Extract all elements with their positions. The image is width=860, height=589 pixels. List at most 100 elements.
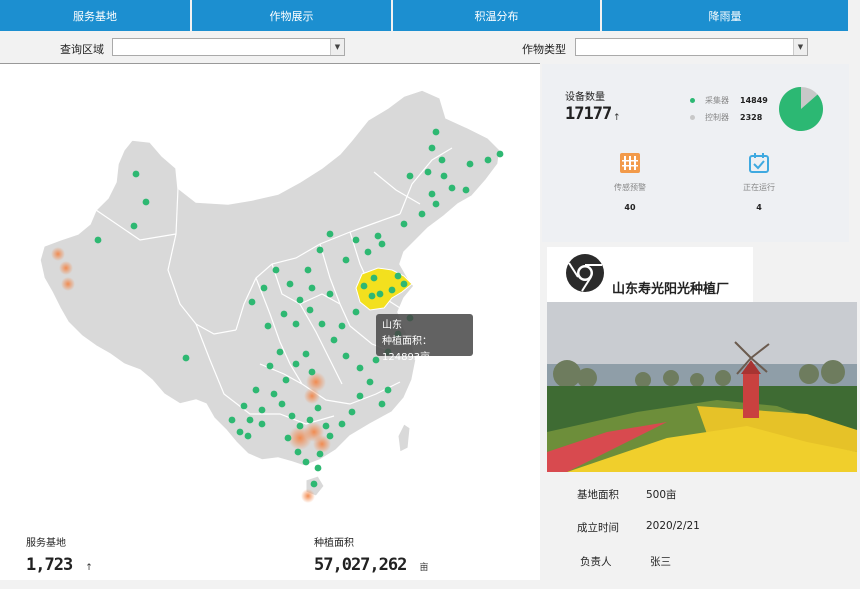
base-dot[interactable]: [236, 428, 244, 436]
base-dot[interactable]: [310, 480, 318, 488]
base-dot[interactable]: [378, 400, 386, 408]
base-dot[interactable]: [240, 402, 248, 410]
base-dot[interactable]: [276, 348, 284, 356]
base-dot[interactable]: [326, 230, 334, 238]
base-dot[interactable]: [282, 376, 290, 384]
running-box[interactable]: 正在运行 4: [729, 152, 789, 212]
tab-service-bases[interactable]: 服务基地: [0, 0, 190, 31]
base-dot[interactable]: [252, 386, 260, 394]
tab-rainfall[interactable]: 降雨量: [602, 0, 848, 31]
base-dot[interactable]: [364, 248, 372, 256]
up-arrow-icon: ↑: [85, 563, 93, 573]
base-dot[interactable]: [302, 350, 310, 358]
tab-crop-display[interactable]: 作物展示: [192, 0, 391, 31]
base-dot[interactable]: [406, 172, 414, 180]
bases-value: 1,723: [26, 555, 73, 575]
base-dot[interactable]: [264, 322, 272, 330]
crop-type-select[interactable]: ▼: [575, 38, 808, 56]
base-dot[interactable]: [400, 220, 408, 228]
base-dot[interactable]: [322, 422, 330, 430]
base-dot[interactable]: [496, 150, 504, 158]
base-dot[interactable]: [296, 296, 304, 304]
base-dot[interactable]: [280, 310, 288, 318]
base-dot[interactable]: [306, 416, 314, 424]
base-dot[interactable]: [428, 190, 436, 198]
base-dot[interactable]: [352, 236, 360, 244]
base-dot[interactable]: [302, 458, 310, 466]
base-dot[interactable]: [270, 390, 278, 398]
base-dot[interactable]: [462, 186, 470, 194]
base-dot[interactable]: [292, 320, 300, 328]
base-dot[interactable]: [130, 222, 138, 230]
base-dot[interactable]: [308, 368, 316, 376]
base-dot[interactable]: [326, 432, 334, 440]
base-dot[interactable]: [428, 144, 436, 152]
base-dot[interactable]: [292, 360, 300, 368]
base-dot[interactable]: [348, 408, 356, 416]
base-dot[interactable]: [432, 128, 440, 136]
base-dot[interactable]: [378, 240, 386, 248]
base-dot[interactable]: [438, 156, 446, 164]
base-dot[interactable]: [258, 406, 266, 414]
base-dot[interactable]: [388, 286, 396, 294]
base-dot[interactable]: [286, 280, 294, 288]
base-dot[interactable]: [94, 236, 102, 244]
base-dot[interactable]: [278, 400, 286, 408]
base-dot[interactable]: [260, 284, 268, 292]
base-dot[interactable]: [272, 266, 280, 274]
base-dot[interactable]: [448, 184, 456, 192]
base-dot[interactable]: [484, 156, 492, 164]
base-dot[interactable]: [304, 266, 312, 274]
base-dot[interactable]: [368, 292, 376, 300]
base-dot[interactable]: [342, 256, 350, 264]
base-dot[interactable]: [316, 246, 324, 254]
base-dot[interactable]: [258, 420, 266, 428]
base-dot[interactable]: [374, 232, 382, 240]
base-dot[interactable]: [330, 336, 338, 344]
base-dot[interactable]: [360, 282, 368, 290]
base-dot[interactable]: [440, 172, 448, 180]
base-dot[interactable]: [182, 354, 190, 362]
base-dot[interactable]: [132, 170, 140, 178]
base-dot[interactable]: [372, 356, 380, 364]
base-dot[interactable]: [308, 284, 316, 292]
base-dot[interactable]: [314, 464, 322, 472]
base-dot[interactable]: [326, 290, 334, 298]
base-dot[interactable]: [394, 272, 402, 280]
base-dot[interactable]: [294, 448, 302, 456]
tab-accumulated-temperature[interactable]: 积温分布: [393, 0, 600, 31]
base-dot[interactable]: [418, 210, 426, 218]
chevron-down-icon[interactable]: ▼: [793, 39, 807, 55]
base-dot[interactable]: [356, 392, 364, 400]
base-dot[interactable]: [266, 362, 274, 370]
base-dot[interactable]: [314, 404, 322, 412]
base-dot[interactable]: [284, 434, 292, 442]
region-select[interactable]: ▼: [112, 38, 345, 56]
base-dot[interactable]: [288, 412, 296, 420]
base-dot[interactable]: [318, 320, 326, 328]
base-dot[interactable]: [376, 290, 384, 298]
base-dot[interactable]: [306, 306, 314, 314]
base-dot[interactable]: [228, 416, 236, 424]
base-dot[interactable]: [424, 168, 432, 176]
base-dot[interactable]: [296, 422, 304, 430]
base-dot[interactable]: [370, 274, 378, 282]
base-dot[interactable]: [356, 364, 364, 372]
base-dot[interactable]: [338, 322, 346, 330]
base-dot[interactable]: [366, 378, 374, 386]
base-dot[interactable]: [384, 386, 392, 394]
base-dot[interactable]: [432, 200, 440, 208]
base-dot[interactable]: [246, 416, 254, 424]
base-dot[interactable]: [466, 160, 474, 168]
sensor-warning-box[interactable]: 传感预警 40: [600, 152, 660, 212]
base-dot[interactable]: [142, 198, 150, 206]
base-dot[interactable]: [342, 352, 350, 360]
base-dot[interactable]: [244, 432, 252, 440]
china-map[interactable]: [0, 64, 540, 524]
base-dot[interactable]: [248, 298, 256, 306]
chevron-down-icon[interactable]: ▼: [330, 39, 344, 55]
base-dot[interactable]: [338, 420, 346, 428]
base-dot[interactable]: [316, 450, 324, 458]
base-dot[interactable]: [400, 280, 408, 288]
base-dot[interactable]: [352, 308, 360, 316]
